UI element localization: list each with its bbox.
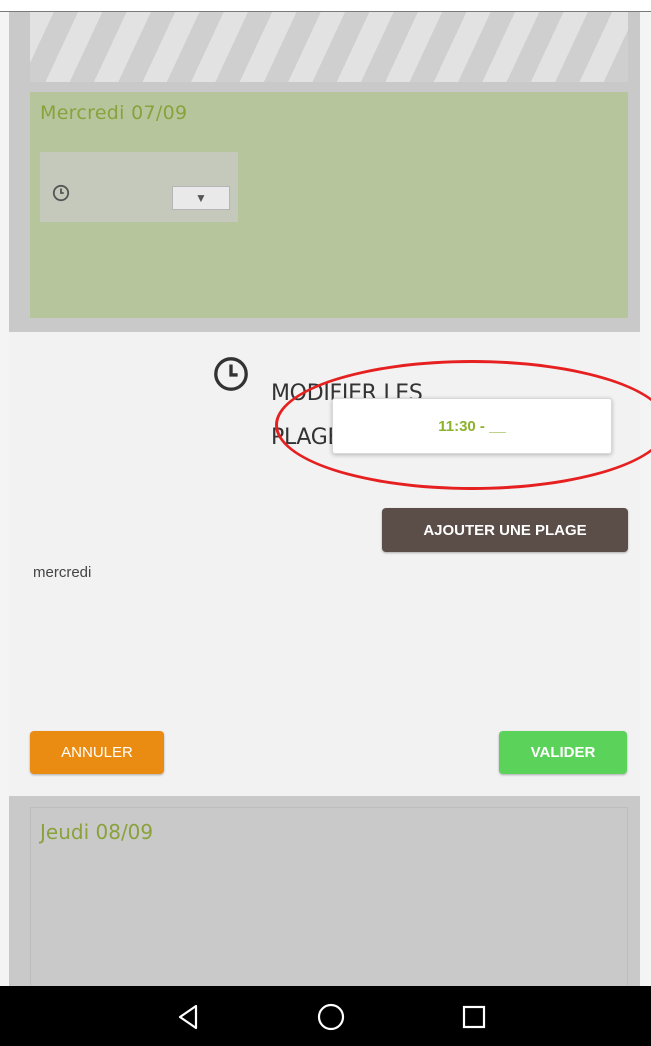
back-triangle-icon[interactable]: [174, 1002, 204, 1032]
home-circle-icon[interactable]: [316, 1002, 346, 1032]
add-slot-button[interactable]: AJOUTER UNE PLAGE: [382, 508, 628, 552]
day-card-thursday[interactable]: Jeudi 08/09: [30, 807, 628, 987]
day-title: Mercredi 07/09: [40, 102, 188, 124]
dropdown-button[interactable]: ▼: [172, 186, 230, 210]
cancel-button[interactable]: ANNULER: [30, 731, 164, 774]
chevron-down-icon: ▼: [195, 191, 207, 205]
right-margin: [640, 12, 651, 986]
left-margin: [0, 12, 9, 986]
validate-button[interactable]: VALIDER: [499, 731, 627, 774]
clock-icon: [214, 357, 248, 391]
clock-icon: [52, 184, 70, 202]
day-card-wednesday[interactable]: Mercredi 07/09 ▼: [30, 92, 628, 318]
day-title: Jeudi 08/09: [40, 820, 154, 844]
day-label: mercredi: [33, 564, 92, 581]
top-divider: [0, 0, 651, 12]
edit-time-slots-modal: MODIFIER LES PLAGES HORAIRES 11:30 - __ …: [9, 332, 651, 796]
disabled-day-block: [30, 12, 628, 82]
time-slot-select[interactable]: ▼: [40, 152, 238, 222]
recents-square-icon[interactable]: [459, 1002, 489, 1032]
android-nav-bar: [0, 986, 651, 1046]
highlight-annotation: [275, 360, 651, 490]
